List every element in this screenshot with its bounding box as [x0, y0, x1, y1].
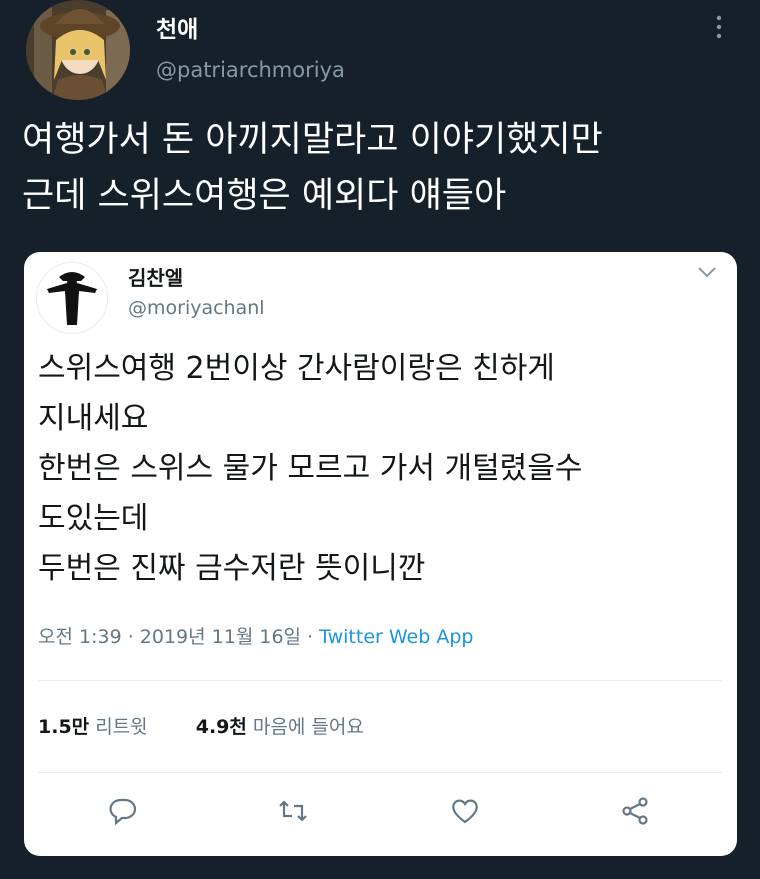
author-name[interactable]: 천애 — [156, 10, 198, 44]
quoted-author-avatar[interactable] — [36, 262, 108, 334]
quoted-text-line: 지내세요 — [38, 401, 149, 436]
divider — [38, 772, 722, 773]
retweet-icon[interactable] — [278, 796, 308, 826]
quoted-text-line: 도있는데 — [38, 501, 149, 536]
quoted-text-line: 스위스여행 2번이상 간사람이랑은 친하게 — [38, 351, 555, 386]
like-label: 마음에 들어요 — [252, 716, 364, 738]
tweet-text-line: 근데 스위스여행은 예외다 얘들아 — [22, 176, 507, 216]
quoted-text-line: 두번은 진짜 금수저란 뜻이니깐 — [38, 551, 426, 586]
retweet-count: 1.5만 — [38, 716, 90, 738]
author-avatar[interactable] — [26, 0, 130, 100]
heart-icon[interactable] — [450, 796, 480, 826]
tweet-text: 여행가서 돈 아끼지말라고 이야기했지만 근데 스위스여행은 예외다 얘들아 — [22, 112, 742, 224]
retweet-label: 리트윗 — [95, 716, 148, 738]
author-handle[interactable]: @patriarchmoriya — [156, 58, 345, 82]
like-count: 4.9천 — [195, 716, 247, 738]
quoted-author-name[interactable]: 김찬엘 — [128, 262, 183, 291]
avatar-silhouette — [47, 272, 97, 325]
chevron-down-icon[interactable] — [696, 264, 718, 280]
timestamp[interactable]: 오전 1:39 · 2019년 11월 16일 · — [38, 626, 319, 648]
source-link[interactable]: Twitter Web App — [319, 626, 473, 648]
quoted-tweet-card[interactable]: 김찬엘 @moriyachanl 스위스여행 2번이상 간사람이랑은 친하게 지… — [24, 252, 737, 856]
avatar-illustration — [26, 0, 130, 100]
quoted-author-handle[interactable]: @moriyachanl — [128, 297, 265, 319]
more-vertical-icon[interactable] — [712, 12, 726, 42]
tweet-metadata: 오전 1:39 · 2019년 11월 16일 · Twitter Web Ap… — [38, 622, 473, 649]
reply-icon[interactable] — [108, 796, 138, 826]
share-icon[interactable] — [620, 796, 650, 826]
quoted-tweet-text: 스위스여행 2번이상 간사람이랑은 친하게 지내세요 한번은 스위스 물가 모르… — [38, 344, 728, 594]
engagement-stats: 1.5만 리트윗 4.9천 마음에 들어요 — [38, 712, 364, 739]
retweet-stat[interactable]: 1.5만 리트윗 — [38, 716, 148, 738]
tweet-header: 천애 @patriarchmoriya — [0, 0, 760, 110]
quoted-text-line: 한번은 스위스 물가 모르고 가서 개털렸을수 — [38, 451, 583, 486]
like-stat[interactable]: 4.9천 마음에 들어요 — [196, 716, 364, 738]
divider — [38, 680, 722, 681]
tweet-text-line: 여행가서 돈 아끼지말라고 이야기했지만 — [22, 120, 603, 160]
